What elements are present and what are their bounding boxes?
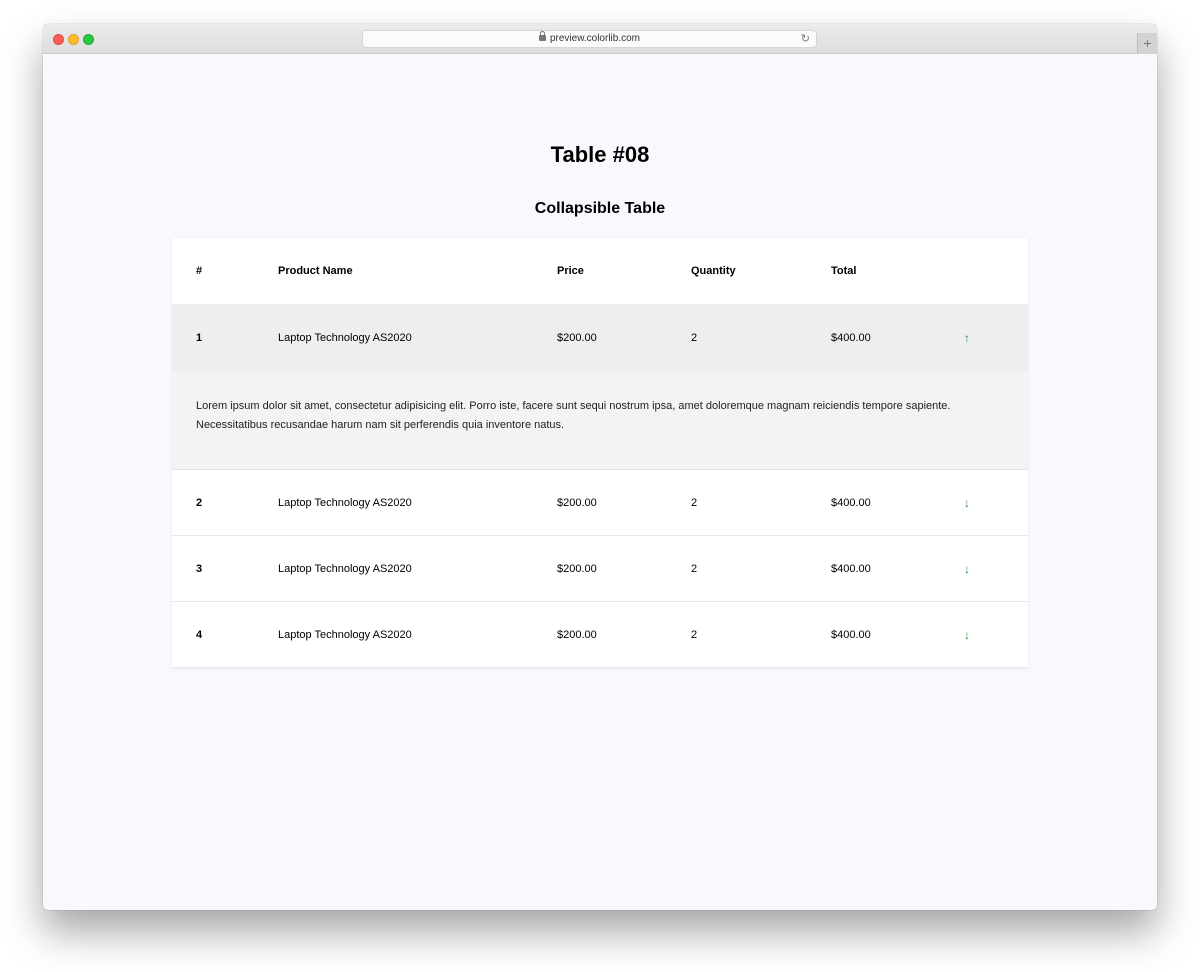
row-total: $400.00	[831, 332, 871, 344]
table-row[interactable]: 3 Laptop Technology AS2020 $200.00 2 $40…	[172, 536, 1028, 602]
browser-titlebar: preview.colorlib.com ↻ +	[43, 24, 1157, 54]
reload-icon[interactable]: ↻	[801, 31, 810, 47]
lock-icon	[538, 31, 546, 41]
header-price: Price	[557, 265, 584, 277]
row-product-name: Laptop Technology AS2020	[278, 628, 412, 641]
url-text: preview.colorlib.com	[549, 33, 641, 44]
row-detail-panel: Lorem ipsum dolor sit amet, consectetur …	[172, 372, 1028, 470]
row-product-name: Laptop Technology AS2020	[278, 562, 412, 575]
arrow-down-icon[interactable]: ↓	[964, 562, 970, 576]
table-row[interactable]: 4 Laptop Technology AS2020 $200.00 2 $40…	[172, 602, 1028, 668]
row-quantity: 2	[691, 628, 698, 641]
header-number: #	[196, 265, 203, 277]
row-total: $400.00	[831, 628, 871, 641]
header-quantity: Quantity	[691, 265, 736, 277]
table-header-row: # Product Name Price Quantity Total	[172, 238, 1028, 304]
header-product-name: Product Name	[278, 265, 353, 277]
row-number: 4	[196, 628, 203, 641]
collapsible-table: # Product Name Price Quantity Total 1 La…	[172, 238, 1028, 668]
row-quantity: 2	[691, 562, 698, 575]
header-total: Total	[831, 265, 857, 277]
row-quantity: 2	[691, 332, 698, 344]
table-row[interactable]: 1 Laptop Technology AS2020 $200.00 2 $40…	[172, 304, 1028, 372]
row-number: 2	[196, 496, 203, 509]
row-total: $400.00	[831, 562, 871, 575]
close-window-button[interactable]	[53, 34, 64, 45]
browser-window: preview.colorlib.com ↻ + Table #08 Colla…	[43, 24, 1157, 910]
arrow-down-icon[interactable]: ↓	[964, 628, 970, 642]
page-title: Table #08	[550, 142, 650, 167]
row-price: $200.00	[557, 628, 597, 641]
row-price: $200.00	[557, 332, 597, 344]
maximize-window-button[interactable]	[83, 34, 94, 45]
minimize-window-button[interactable]	[68, 34, 79, 45]
table-row[interactable]: 2 Laptop Technology AS2020 $200.00 2 $40…	[172, 470, 1028, 536]
row-price: $200.00	[557, 562, 597, 575]
row-product-name: Laptop Technology AS2020	[278, 332, 412, 344]
row-product-name: Laptop Technology AS2020	[278, 496, 412, 509]
row-number: 3	[196, 562, 203, 575]
new-tab-button[interactable]: +	[1137, 33, 1157, 54]
table-subtitle: Collapsible Table	[534, 200, 666, 217]
row-quantity: 2	[691, 496, 698, 509]
address-bar[interactable]: preview.colorlib.com ↻	[362, 30, 817, 48]
arrow-up-icon[interactable]: ↑	[964, 331, 970, 345]
row-price: $200.00	[557, 496, 597, 509]
arrow-down-icon[interactable]: ↓	[964, 496, 970, 510]
row-total: $400.00	[831, 496, 871, 509]
row-number: 1	[196, 332, 203, 344]
